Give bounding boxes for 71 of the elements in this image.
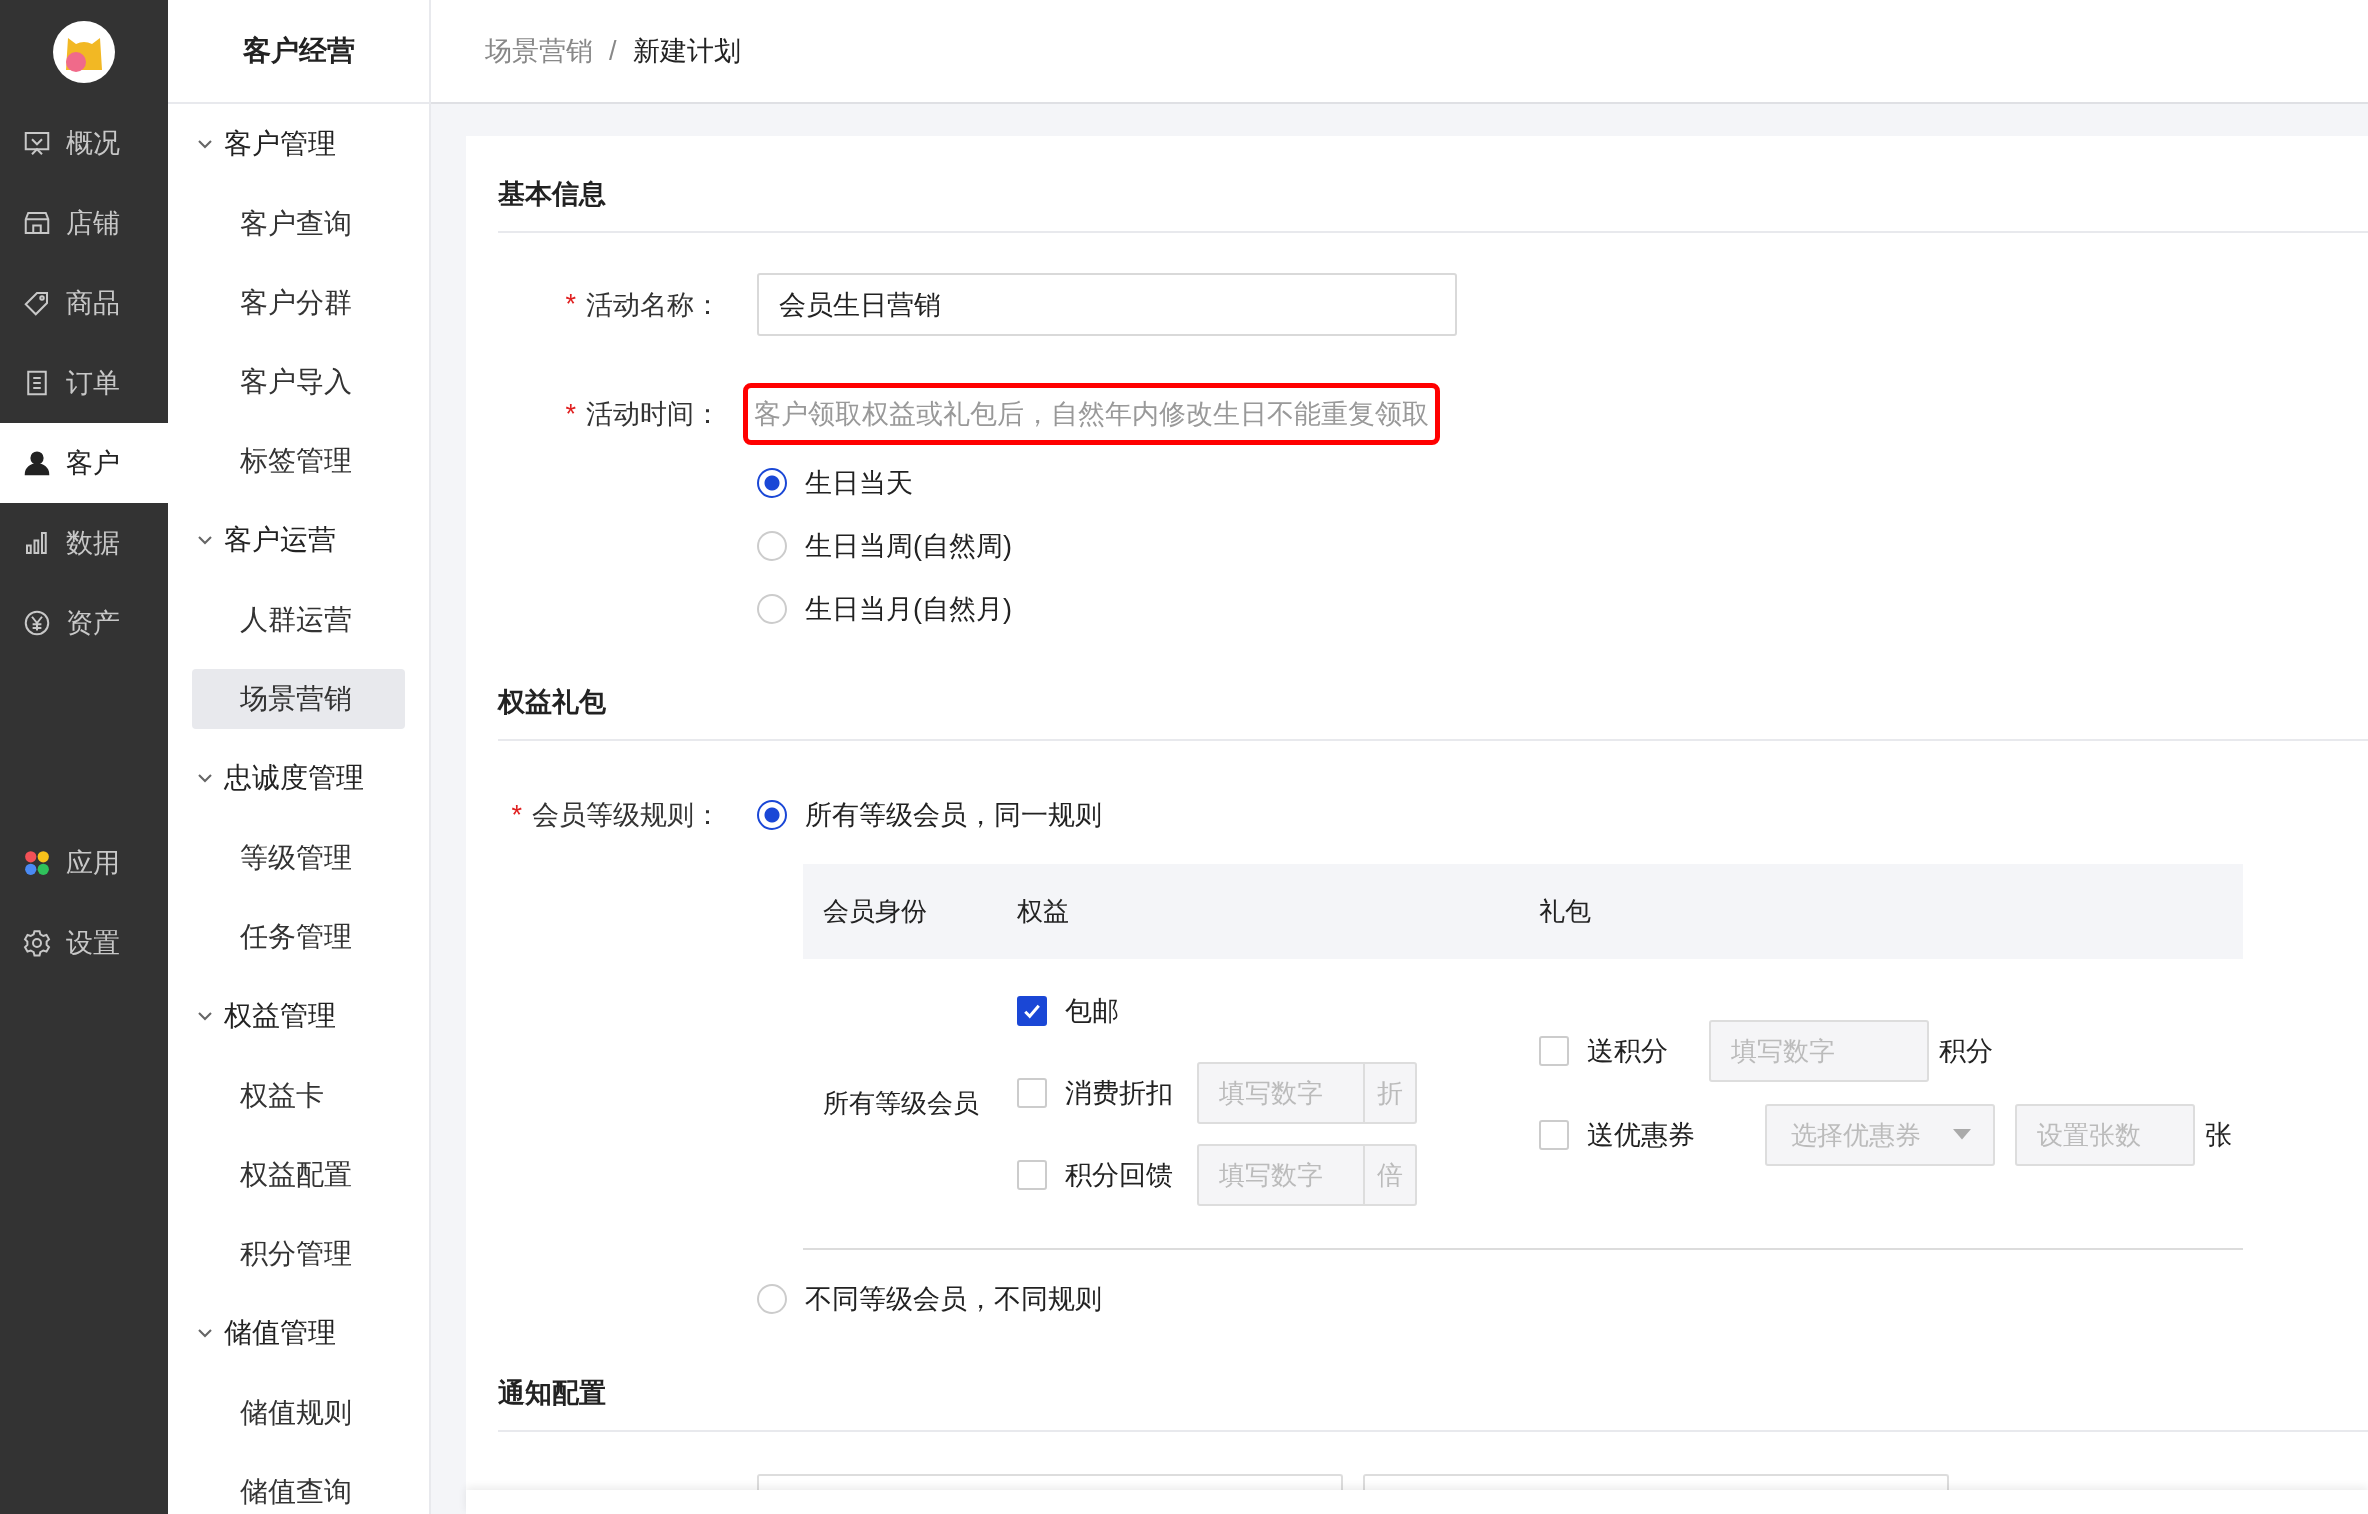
radio-button[interactable] — [757, 800, 787, 830]
input-field[interactable]: 会员生日营销 — [757, 273, 1457, 336]
menu-item[interactable]: 客户查询 — [192, 193, 405, 254]
menu-group[interactable]: 忠诚度管理 — [168, 738, 429, 818]
field-label: 活动名称： — [586, 288, 721, 322]
radio-label: 不同等级会员，不同规则 — [805, 1283, 1102, 1316]
menu-group[interactable]: 储值管理 — [168, 1293, 429, 1373]
radio-label: 生日当月(自然月) — [805, 592, 1012, 626]
menu-item[interactable]: 人群运营 — [192, 589, 405, 650]
column-header: 礼包 — [1539, 895, 1591, 928]
breadcrumb-separator: / — [609, 35, 617, 67]
settings-icon — [22, 928, 52, 958]
menu-item[interactable]: 标签管理 — [192, 430, 405, 491]
hint-text: 客户领取权益或礼包后，自然年内修改生日不能重复领取 — [743, 383, 1440, 445]
nav-item[interactable]: 设置 — [0, 903, 168, 983]
radio-label: 生日当天 — [805, 466, 913, 500]
menu-group[interactable]: 客户运营 — [168, 500, 429, 580]
menu-item[interactable]: 任务管理 — [192, 906, 405, 967]
person-icon — [22, 448, 52, 478]
input-field[interactable]: 设置张数 — [2015, 1104, 2195, 1166]
checkbox-label: 积分回馈 — [1065, 1159, 1174, 1192]
radio-label: 生日当周(自然周) — [805, 529, 1012, 563]
menu-title: 客户经营 — [242, 34, 355, 68]
field-label: 会员等级规则： — [532, 799, 721, 832]
menu-group[interactable]: 权益管理 — [168, 976, 429, 1056]
table-cell-text: 所有等级会员 — [822, 1087, 980, 1120]
menu-item[interactable]: 客户导入 — [192, 351, 405, 412]
apps-icon — [22, 848, 52, 878]
nav-item[interactable]: 店铺 — [0, 183, 168, 263]
column-header: 会员身份 — [822, 895, 928, 928]
menu-item[interactable]: 等级管理 — [192, 827, 405, 888]
menu-item[interactable]: 储值规则 — [192, 1382, 405, 1443]
yen-icon — [22, 608, 52, 638]
radio-button[interactable] — [757, 467, 787, 498]
required-mark: * — [511, 799, 522, 831]
radio-label: 所有等级会员，同一规则 — [805, 799, 1102, 832]
unit-addon: 折 — [1376, 1076, 1404, 1110]
unit-label: 积分 — [1939, 1035, 1993, 1068]
nav-item[interactable]: 资产 — [0, 583, 168, 663]
section-title: 通知配置 — [498, 1377, 607, 1410]
menu-item[interactable]: 积分管理 — [192, 1223, 405, 1284]
input-field[interactable]: 填写数字 — [1709, 1020, 1929, 1082]
required-mark: * — [565, 289, 576, 320]
unit-label: 张 — [2205, 1119, 2232, 1152]
menu-item[interactable]: 储值查询 — [192, 1461, 405, 1514]
nav-item[interactable]: 客户 — [0, 423, 168, 503]
checkbox-label: 消费折扣 — [1065, 1077, 1174, 1110]
field-label: 活动时间： — [586, 398, 721, 431]
checkbox-label: 包邮 — [1065, 995, 1120, 1028]
menu-item[interactable]: 权益卡 — [192, 1065, 405, 1126]
nav-item[interactable]: 概况 — [0, 103, 168, 183]
checkbox-label: 送优惠券 — [1587, 1119, 1696, 1152]
menu-group[interactable]: 客户管理 — [168, 104, 429, 184]
section-title: 基本信息 — [498, 178, 607, 211]
required-mark: * — [565, 398, 576, 430]
menu-item[interactable]: 场景营销 — [192, 668, 405, 729]
menu-item[interactable]: 权益配置 — [192, 1144, 405, 1205]
unit-addon: 倍 — [1376, 1158, 1404, 1192]
nav-item[interactable]: 订单 — [0, 343, 168, 423]
menu-item[interactable]: 客户分群 — [192, 272, 405, 333]
caret-icon — [1953, 1129, 1971, 1141]
nav-item[interactable]: 应用 — [0, 823, 168, 903]
section-title: 权益礼包 — [498, 686, 607, 719]
nav-item[interactable]: 商品 — [0, 263, 168, 343]
checkbox-label: 送积分 — [1587, 1035, 1669, 1068]
breadcrumb-item[interactable]: 场景营销 — [485, 33, 593, 69]
nav-item[interactable]: 数据 — [0, 503, 168, 583]
checkbox[interactable] — [1017, 996, 1047, 1026]
column-header: 权益 — [1017, 895, 1070, 928]
breadcrumb-item: 新建计划 — [632, 35, 741, 68]
logo-icon — [52, 19, 116, 84]
